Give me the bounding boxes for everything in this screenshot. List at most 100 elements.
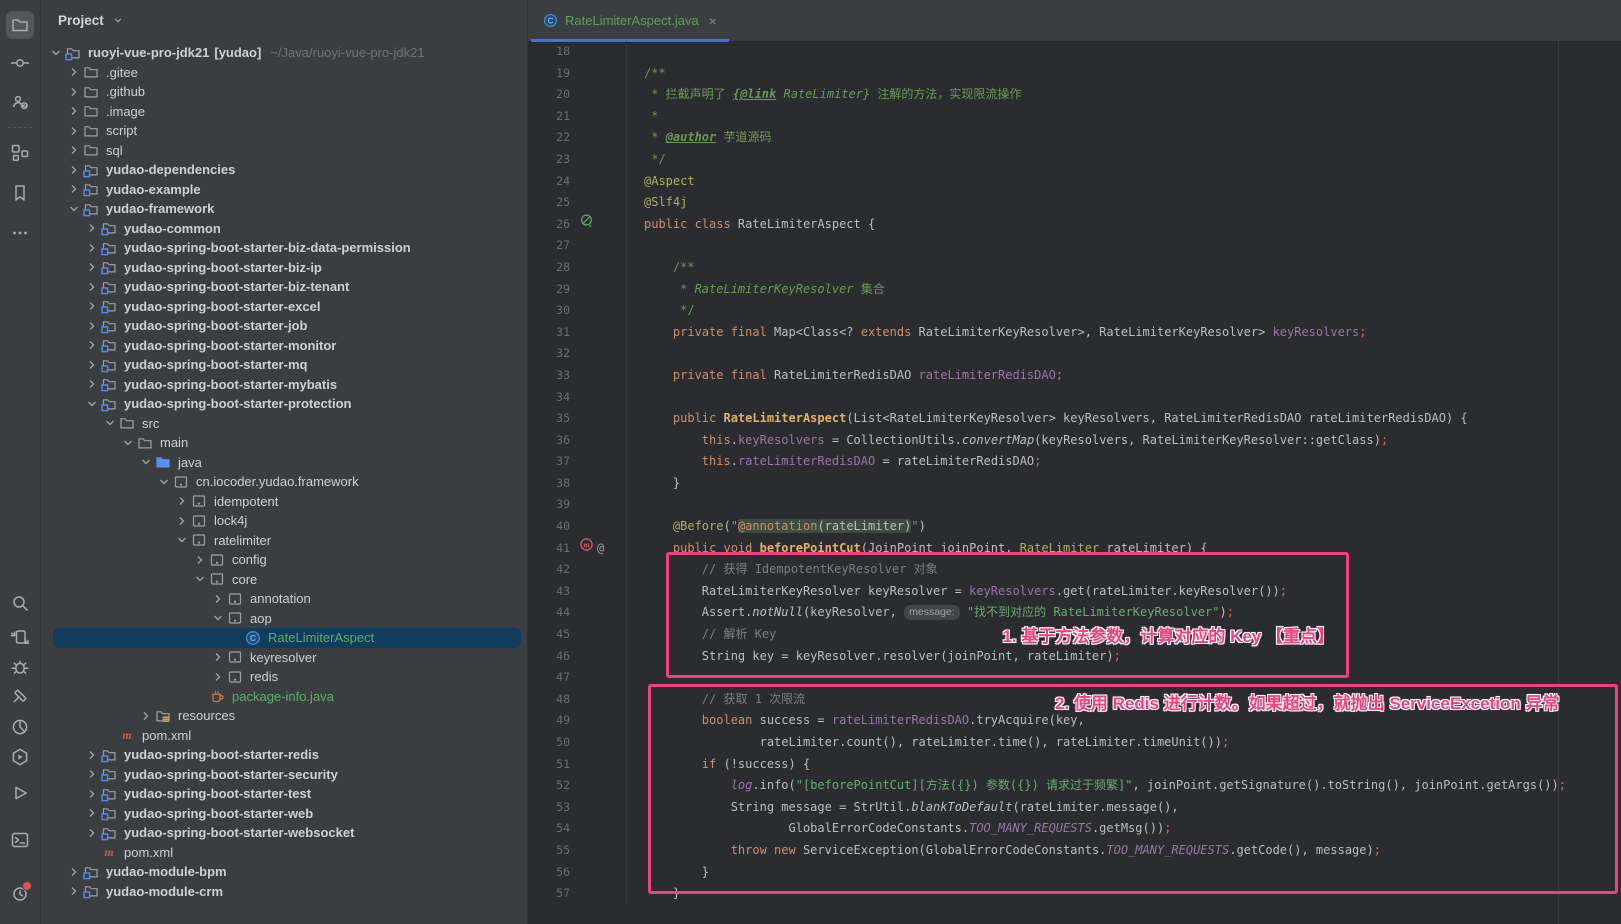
profiler-icon[interactable] <box>6 713 34 741</box>
tree-item-yudao-spring-boot-starter-redis[interactable]: yudao-spring-boot-starter-redis <box>41 745 527 765</box>
chevron-collapsed-icon[interactable] <box>83 259 100 275</box>
tree-item--gitee[interactable]: .gitee <box>41 63 527 83</box>
tree-item-ratelimiteraspect[interactable]: CRateLimiterAspect <box>53 628 521 648</box>
tree-item-yudao-common[interactable]: yudao-common <box>41 219 527 239</box>
chevron-expanded-icon[interactable] <box>47 45 64 61</box>
project-panel-header[interactable]: Project <box>41 0 527 40</box>
line-number[interactable]: 20 <box>528 84 570 106</box>
tree-item-yudao-spring-boot-starter-monitor[interactable]: yudao-spring-boot-starter-monitor <box>41 336 527 356</box>
chevron-collapsed-icon[interactable] <box>83 766 100 782</box>
line-number[interactable]: 23 <box>528 149 570 171</box>
line-number[interactable]: 42 <box>528 559 570 581</box>
code-viewport[interactable]: 1819/**20 * 拦截声明了 {@link RateLimiter} 注解… <box>528 41 1621 924</box>
chevron-collapsed-icon[interactable] <box>65 103 82 119</box>
chevron-collapsed-icon[interactable] <box>83 279 100 295</box>
line-number[interactable]: 57 <box>528 883 570 905</box>
chevron-collapsed-icon[interactable] <box>137 708 154 724</box>
line-number[interactable]: 51 <box>528 754 570 776</box>
line-number[interactable]: 26 <box>528 214 570 236</box>
line-number[interactable]: 55 <box>528 840 570 862</box>
tree-item-lock4j[interactable]: lock4j <box>41 511 527 531</box>
tree-item-yudao-dependencies[interactable]: yudao-dependencies <box>41 160 527 180</box>
chevron-collapsed-icon[interactable] <box>65 123 82 139</box>
chevron-collapsed-icon[interactable] <box>173 513 190 529</box>
chevron-collapsed-icon[interactable] <box>65 64 82 80</box>
aop-advice-icon[interactable]: m <box>579 537 594 560</box>
tree-item-yudao-example[interactable]: yudao-example <box>41 180 527 200</box>
line-number[interactable]: 28 <box>528 257 570 279</box>
line-number[interactable]: 18 <box>528 41 570 63</box>
tree-item-yudao-spring-boot-starter-biz-ip[interactable]: yudao-spring-boot-starter-biz-ip <box>41 258 527 278</box>
line-number[interactable]: 56 <box>528 862 570 884</box>
chevron-collapsed-icon[interactable] <box>65 162 82 178</box>
tree-item-yudao-spring-boot-starter-biz-data-permission[interactable]: yudao-spring-boot-starter-biz-data-permi… <box>41 238 527 258</box>
tree-item-config[interactable]: config <box>41 550 527 570</box>
project-icon[interactable] <box>6 11 34 39</box>
line-number[interactable]: 24 <box>528 171 570 193</box>
notifications-icon[interactable] <box>6 879 34 907</box>
line-number[interactable]: 41 <box>528 538 570 560</box>
tree-item--github[interactable]: .github <box>41 82 527 102</box>
chevron-collapsed-icon[interactable] <box>83 376 100 392</box>
tree-item-yudao-spring-boot-starter-biz-tenant[interactable]: yudao-spring-boot-starter-biz-tenant <box>41 277 527 297</box>
tree-item-package-info-java[interactable]: package-info.java <box>41 687 527 707</box>
tree-item-cn-iocoder-yudao-framework[interactable]: cn.iocoder.yudao.framework <box>41 472 527 492</box>
chevron-collapsed-icon[interactable] <box>65 142 82 158</box>
tree-item-yudao-module-crm[interactable]: yudao-module-crm <box>41 882 527 902</box>
line-number[interactable]: 46 <box>528 646 570 668</box>
chevron-collapsed-icon[interactable] <box>209 669 226 685</box>
tree-item-script[interactable]: script <box>41 121 527 141</box>
tree-item-resources[interactable]: resources <box>41 706 527 726</box>
line-number[interactable]: 32 <box>528 343 570 365</box>
line-number[interactable]: 35 <box>528 408 570 430</box>
line-number[interactable]: 36 <box>528 430 570 452</box>
run-icon[interactable] <box>6 779 34 807</box>
line-number[interactable]: 53 <box>528 797 570 819</box>
line-number[interactable]: 40 <box>528 516 570 538</box>
chevron-collapsed-icon[interactable] <box>83 825 100 841</box>
tree-item-yudao-spring-boot-starter-job[interactable]: yudao-spring-boot-starter-job <box>41 316 527 336</box>
line-number[interactable]: 25 <box>528 192 570 214</box>
line-number[interactable]: 37 <box>528 451 570 473</box>
chevron-collapsed-icon[interactable] <box>83 747 100 763</box>
bookmarks-icon[interactable] <box>6 179 34 207</box>
line-number[interactable]: 45 <box>528 624 570 646</box>
line-number[interactable]: 52 <box>528 775 570 797</box>
tree-item-yudao-spring-boot-starter-mq[interactable]: yudao-spring-boot-starter-mq <box>41 355 527 375</box>
chevron-collapsed-icon[interactable] <box>83 318 100 334</box>
tree-item-core[interactable]: core <box>41 570 527 590</box>
tree-item-ratelimiter[interactable]: ratelimiter <box>41 531 527 551</box>
line-number[interactable]: 30 <box>528 300 570 322</box>
tree-item-yudao-spring-boot-starter-websocket[interactable]: yudao-spring-boot-starter-websocket <box>41 823 527 843</box>
services-icon[interactable] <box>6 743 34 771</box>
tree-item-yudao-spring-boot-starter-excel[interactable]: yudao-spring-boot-starter-excel <box>41 297 527 317</box>
tree-item-idempotent[interactable]: idempotent <box>41 492 527 512</box>
chevron-collapsed-icon[interactable] <box>209 649 226 665</box>
tree-item-ruoyi-vue-pro-jdk21[interactable]: ruoyi-vue-pro-jdk21[yudao]~/Java/ruoyi-v… <box>41 43 527 63</box>
chevron-expanded-icon[interactable] <box>83 396 100 412</box>
line-number[interactable]: 44 <box>528 602 570 624</box>
tree-item-yudao-module-bpm[interactable]: yudao-module-bpm <box>41 862 527 882</box>
chevron-collapsed-icon[interactable] <box>191 552 208 568</box>
more-icon[interactable] <box>6 219 34 247</box>
tree-item-keyresolver[interactable]: keyresolver <box>41 648 527 668</box>
chevron-expanded-icon[interactable] <box>137 454 154 470</box>
build-icon[interactable] <box>6 683 34 711</box>
chevron-expanded-icon[interactable] <box>173 532 190 548</box>
tree-item-src[interactable]: src <box>41 414 527 434</box>
chevron-expanded-icon[interactable] <box>65 201 82 217</box>
line-number[interactable]: 34 <box>528 387 570 409</box>
chevron-collapsed-icon[interactable] <box>83 786 100 802</box>
line-number[interactable]: 22 <box>528 127 570 149</box>
chevron-collapsed-icon[interactable] <box>83 805 100 821</box>
debug-icon[interactable] <box>6 653 34 681</box>
tree-item-yudao-spring-boot-starter-security[interactable]: yudao-spring-boot-starter-security <box>41 765 527 785</box>
line-number[interactable]: 33 <box>528 365 570 387</box>
tree-item-redis[interactable]: redis <box>41 667 527 687</box>
commit-icon[interactable] <box>6 49 34 77</box>
line-number[interactable]: 38 <box>528 473 570 495</box>
tree-item-aop[interactable]: aop <box>41 609 527 629</box>
chevron-collapsed-icon[interactable] <box>209 591 226 607</box>
line-number[interactable]: 48 <box>528 689 570 711</box>
tree-item-pom-xml[interactable]: mpom.xml <box>41 726 527 746</box>
